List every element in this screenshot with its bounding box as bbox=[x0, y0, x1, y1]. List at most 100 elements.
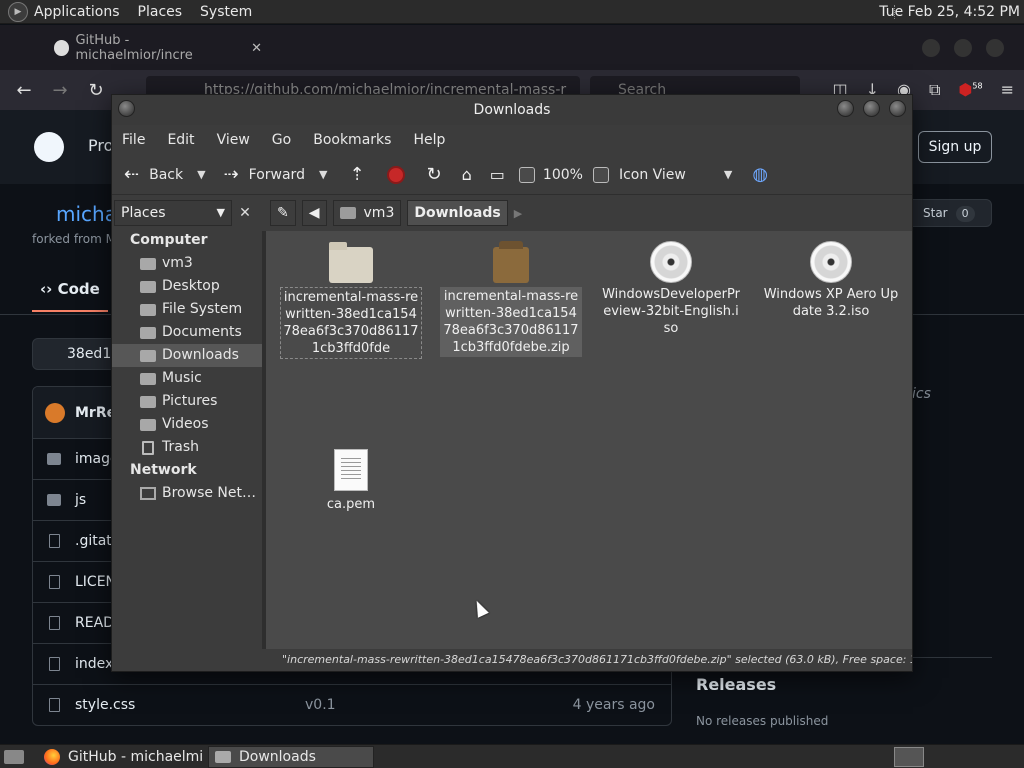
sidebar-item-label: Downloads bbox=[162, 347, 239, 363]
file-icon bbox=[49, 698, 60, 712]
icon-view[interactable]: incremental-mass-rewritten-38ed1ca15478e… bbox=[266, 231, 912, 649]
menu-help[interactable]: Help bbox=[413, 132, 445, 148]
file-icon bbox=[49, 534, 60, 548]
distro-logo-icon[interactable]: ▶ bbox=[8, 1, 28, 22]
applications-menu[interactable]: Applications bbox=[34, 4, 120, 20]
edit-location-icon[interactable]: ✎ bbox=[270, 200, 296, 226]
zoom-level: 100% bbox=[542, 166, 583, 183]
star-button[interactable]: Star 0 bbox=[904, 199, 992, 227]
back-history-dropdown-icon[interactable]: ▼ bbox=[197, 168, 205, 181]
sidebar-item-trash[interactable]: Trash bbox=[112, 436, 262, 459]
sidebar-item-documents[interactable]: Documents bbox=[112, 321, 262, 344]
taskbar-item-firefox[interactable]: GitHub - michaelmi… bbox=[38, 746, 204, 768]
menu-edit[interactable]: Edit bbox=[167, 132, 194, 148]
close-sidebar-icon[interactable]: ✕ bbox=[234, 200, 256, 226]
zoom-in-icon[interactable] bbox=[592, 166, 609, 183]
ublock-icon[interactable]: ⬢58 bbox=[958, 80, 982, 100]
sign-up-button[interactable]: Sign up bbox=[918, 131, 992, 163]
breadcrumb-left-arrow-icon[interactable]: ◀ bbox=[301, 200, 327, 226]
close-icon[interactable] bbox=[986, 39, 1004, 57]
file-item-label: WindowsDeveloperPreview-32bit-English.is… bbox=[602, 287, 740, 336]
sidebar-item-downloads[interactable]: Downloads bbox=[112, 344, 262, 367]
extensions-icon[interactable]: ⧉ bbox=[929, 80, 940, 100]
close-icon[interactable] bbox=[889, 100, 906, 117]
back-button[interactable]: ⇠ Back ▼ bbox=[124, 164, 206, 185]
drive-icon bbox=[140, 303, 156, 316]
maximize-icon[interactable] bbox=[954, 39, 972, 57]
file-item-zip[interactable]: incremental-mass-rewritten-38ed1ca15478e… bbox=[440, 239, 582, 357]
breadcrumb-downloads[interactable]: Downloads bbox=[407, 200, 508, 226]
branch-selector[interactable]: 38ed1c bbox=[32, 338, 122, 370]
workspace-switcher[interactable] bbox=[894, 747, 924, 767]
back-label: Back bbox=[149, 166, 184, 183]
sidebar-item-label: vm3 bbox=[162, 255, 193, 271]
menu-bookmarks[interactable]: Bookmarks bbox=[313, 132, 391, 148]
reload-icon[interactable]: ↻ bbox=[78, 80, 114, 101]
breadcrumb-right-arrow-icon[interactable]: ▶ bbox=[514, 207, 522, 220]
about-text-fragment: ics bbox=[912, 386, 931, 402]
top-panel: ▶ Applications Places System Tue Feb 25,… bbox=[0, 0, 1024, 24]
commit-message[interactable]: v0.1 bbox=[305, 697, 336, 713]
file-name[interactable]: LICEN bbox=[75, 574, 116, 590]
browser-tab-github[interactable]: GitHub - michaelmior/incre ✕ bbox=[42, 33, 262, 63]
system-menu[interactable]: System bbox=[200, 4, 252, 20]
file-name[interactable]: style.css bbox=[75, 697, 135, 713]
show-desktop-icon[interactable] bbox=[4, 749, 24, 764]
home-icon[interactable]: ⌂ bbox=[462, 165, 472, 184]
file-item-label: Windows XP Aero Update 3.2.iso bbox=[763, 287, 899, 319]
window-titlebar[interactable]: Downloads bbox=[112, 95, 912, 125]
search-icon[interactable]: ◍ bbox=[752, 164, 768, 185]
maximize-icon[interactable] bbox=[863, 100, 880, 117]
releases-heading[interactable]: Releases bbox=[696, 675, 776, 694]
breadcrumb-vm3[interactable]: vm3 bbox=[332, 200, 402, 226]
file-name[interactable]: READ bbox=[75, 615, 114, 631]
file-item-pem[interactable]: ca.pem bbox=[280, 449, 422, 514]
places-menu[interactable]: Places bbox=[138, 4, 183, 20]
file-item-folder[interactable]: incremental-mass-rewritten-38ed1ca15478e… bbox=[280, 239, 422, 359]
browser-back-icon[interactable]: ← bbox=[6, 80, 42, 101]
forward-button[interactable]: ⇢ Forward ▼ bbox=[224, 164, 328, 185]
close-tab-icon[interactable]: ✕ bbox=[251, 41, 262, 56]
sidebar-item-music[interactable]: Music bbox=[112, 367, 262, 390]
minimize-icon[interactable] bbox=[837, 100, 854, 117]
menu-file[interactable]: File bbox=[122, 132, 145, 148]
menu-go[interactable]: Go bbox=[272, 132, 291, 148]
file-item-iso[interactable]: Windows XP Aero Update 3.2.iso bbox=[760, 239, 902, 321]
minimize-icon[interactable] bbox=[922, 39, 940, 57]
home-folder-icon bbox=[140, 257, 156, 270]
breadcrumb-label: vm3 bbox=[363, 205, 395, 221]
firefox-icon bbox=[44, 748, 60, 765]
tab-code[interactable]: ‹› Code bbox=[40, 280, 100, 298]
sidebar-type-select[interactable]: Places ▼ bbox=[114, 200, 232, 226]
menu-view[interactable]: View bbox=[217, 132, 250, 148]
reload-icon[interactable]: ↻ bbox=[427, 164, 442, 185]
computer-icon[interactable]: ▭ bbox=[490, 165, 505, 184]
commit-author[interactable]: MrRe bbox=[75, 405, 116, 421]
sidebar-item-browse-network[interactable]: Browse Net… bbox=[112, 482, 262, 505]
window-menu-icon[interactable] bbox=[118, 100, 135, 117]
product-menu[interactable]: Pro bbox=[88, 136, 113, 155]
zoom-out-icon[interactable] bbox=[518, 166, 535, 183]
browser-forward-icon[interactable]: → bbox=[42, 80, 78, 101]
panel-clock[interactable]: Tue Feb 25, 4:52 PM bbox=[879, 4, 1020, 20]
sidebar-item-videos[interactable]: Videos bbox=[112, 413, 262, 436]
hamburger-menu-icon[interactable]: ≡ bbox=[1001, 80, 1014, 100]
file-name[interactable]: js bbox=[75, 492, 86, 508]
repo-name-link[interactable]: micha bbox=[56, 202, 117, 226]
sidebar-item-desktop[interactable]: Desktop bbox=[112, 275, 262, 298]
view-mode-dropdown-icon[interactable]: ▼ bbox=[724, 168, 732, 181]
up-arrow-icon[interactable]: ⇡ bbox=[349, 164, 364, 185]
sidebar-item-label: Videos bbox=[162, 416, 209, 432]
forward-history-dropdown-icon[interactable]: ▼ bbox=[319, 168, 327, 181]
sidebar-item-vm3[interactable]: vm3 bbox=[112, 252, 262, 275]
sidebar-item-file-system[interactable]: File System bbox=[112, 298, 262, 321]
view-mode-select[interactable]: Icon View bbox=[619, 167, 686, 183]
stop-icon[interactable] bbox=[386, 165, 405, 184]
github-logo-icon[interactable] bbox=[34, 132, 64, 162]
disc-image-icon bbox=[650, 241, 692, 283]
sidebar-item-pictures[interactable]: Pictures bbox=[112, 390, 262, 413]
file-item-iso[interactable]: WindowsDeveloperPreview-32bit-English.is… bbox=[600, 239, 742, 338]
avatar[interactable] bbox=[45, 402, 65, 423]
table-row[interactable]: style.css v0.1 4 years ago bbox=[33, 685, 671, 725]
taskbar-item-downloads[interactable]: Downloads bbox=[208, 745, 374, 768]
